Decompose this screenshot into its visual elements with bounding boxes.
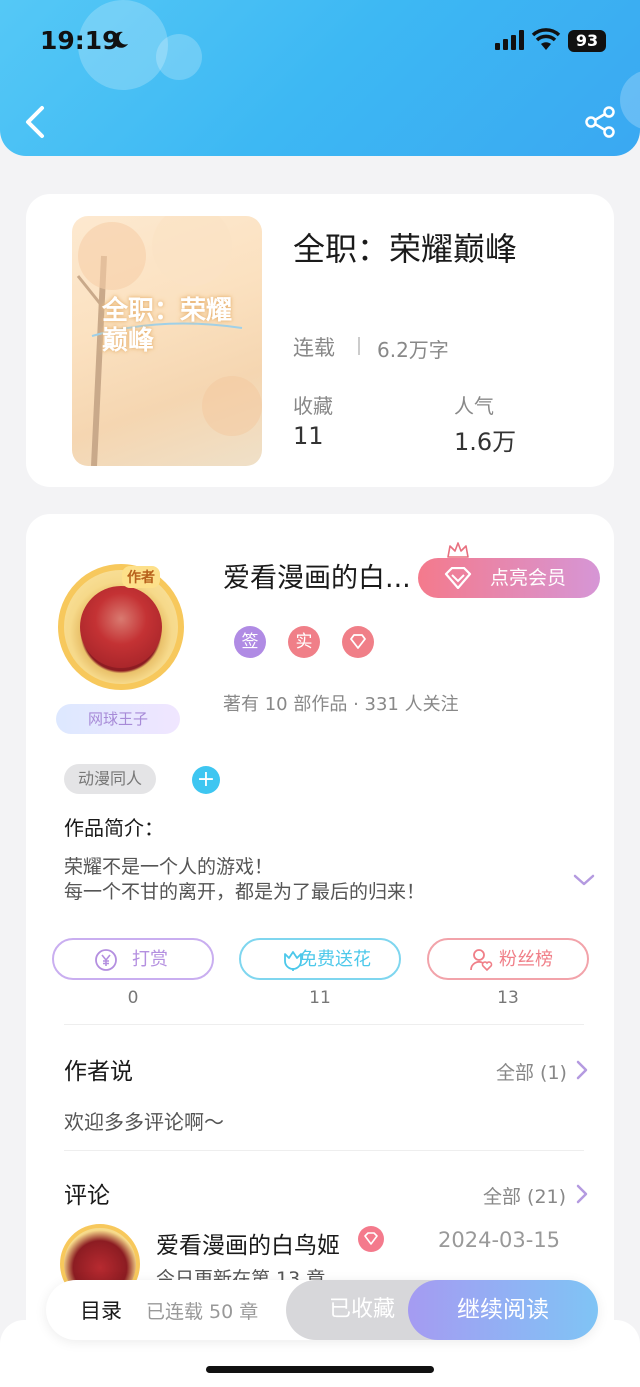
author-badge: 网球王子 bbox=[56, 704, 180, 734]
comment-date: 2024-03-15 bbox=[438, 1228, 561, 1252]
tip-count: 0 bbox=[127, 988, 139, 1008]
vip-button-label: 点亮会员 bbox=[490, 567, 567, 589]
decor-bubble bbox=[156, 34, 202, 80]
detail-card: 作者 网球王子 爱看漫画的白... 点亮会员 签 实 著有 10 部作品 · 3… bbox=[26, 514, 614, 1387]
crown-icon bbox=[447, 542, 469, 558]
signal-icon bbox=[495, 30, 524, 50]
book-status: 连载 bbox=[293, 336, 335, 360]
intro-line: 每一个不甘的离开，都是为了最后的归来！ bbox=[64, 881, 426, 903]
send-flower-label: 免费送花 bbox=[299, 949, 371, 970]
comments-all-link[interactable]: 全部 (21) bbox=[483, 1182, 566, 1209]
signed-badge: 签 bbox=[234, 626, 266, 658]
fan-count: 13 bbox=[497, 988, 519, 1008]
send-flower-button[interactable]: 免费送花 bbox=[239, 938, 401, 980]
header: 19:19 93 bbox=[0, 0, 640, 156]
commenter-name[interactable]: 爱看漫画的白鸟姬 bbox=[156, 1226, 340, 1260]
cover-title-text: 全职：荣耀巅峰 bbox=[102, 296, 233, 356]
add-tag-button[interactable]: + bbox=[192, 766, 220, 794]
word-count: 6.2万字 bbox=[377, 338, 449, 362]
verified-badge: 实 bbox=[288, 626, 320, 658]
intro-title: 作品简介： bbox=[64, 816, 164, 840]
favorites-value: 11 bbox=[293, 422, 324, 450]
author-says-title: 作者说 bbox=[64, 1059, 133, 1085]
chevron-right-icon[interactable] bbox=[576, 1060, 588, 1080]
fan-rank-button[interactable]: 粉丝榜 bbox=[427, 938, 589, 980]
toc-button[interactable]: 目录 bbox=[80, 1295, 122, 1325]
author-role-tag: 作者 bbox=[122, 566, 160, 588]
comments-title: 评论 bbox=[64, 1183, 110, 1209]
share-icon[interactable] bbox=[584, 106, 616, 138]
activate-vip-button[interactable]: 点亮会员 bbox=[418, 558, 600, 598]
tip-label: 打赏 bbox=[132, 949, 168, 970]
author-says-all-link[interactable]: 全部 (1) bbox=[496, 1058, 567, 1085]
home-indicator bbox=[206, 1366, 434, 1373]
vip-badge-icon bbox=[342, 626, 374, 658]
moon-icon bbox=[113, 31, 128, 48]
popularity-value: 1.6万 bbox=[454, 428, 517, 456]
author-avatar[interactable] bbox=[58, 564, 184, 690]
divider bbox=[64, 1150, 584, 1151]
vip-diamond-icon bbox=[358, 1226, 384, 1252]
decor-bubble bbox=[620, 70, 640, 130]
divider bbox=[358, 337, 360, 355]
bottom-action-bar: 目录 已连载 50 章 已收藏 继续阅读 bbox=[46, 1280, 598, 1340]
book-info-card: 全职：荣耀巅峰 全职：荣耀巅峰 连载 6.2万字 收藏 11 人气 1.6万 bbox=[26, 194, 614, 487]
avatar-image bbox=[80, 586, 162, 668]
author-says-text: 欢迎多多评论啊～ bbox=[64, 1110, 224, 1134]
favorites-label: 收藏 bbox=[293, 394, 333, 418]
chapter-count: 已连载 50 章 bbox=[146, 1301, 259, 1323]
diamond-icon bbox=[350, 634, 366, 649]
tip-button[interactable]: 打赏 bbox=[52, 938, 214, 980]
popularity-label: 人气 bbox=[454, 394, 494, 418]
chevron-down-icon[interactable] bbox=[572, 872, 596, 888]
genre-tag[interactable]: 动漫同人 bbox=[64, 764, 157, 794]
user-heart-icon bbox=[470, 949, 493, 972]
flower-count: 11 bbox=[309, 988, 331, 1008]
diamond-icon bbox=[444, 567, 472, 589]
book-cover[interactable]: 全职：荣耀巅峰 bbox=[72, 216, 262, 466]
wifi-icon bbox=[531, 28, 561, 50]
divider bbox=[64, 1024, 584, 1025]
diamond-icon bbox=[364, 1232, 378, 1245]
intro-line: 荣耀不是一个人的游戏！ bbox=[64, 856, 274, 878]
status-time: 19:19 bbox=[40, 26, 120, 55]
continue-reading-button[interactable]: 继续阅读 bbox=[408, 1280, 598, 1340]
yuan-icon bbox=[95, 949, 117, 971]
chevron-right-icon[interactable] bbox=[576, 1184, 588, 1204]
battery-indicator: 93 bbox=[568, 30, 606, 52]
author-name[interactable]: 爱看漫画的白... bbox=[223, 556, 423, 595]
author-meta: 著有 10 部作品 · 331 人关注 bbox=[223, 694, 459, 715]
fan-rank-label: 粉丝榜 bbox=[499, 949, 553, 970]
book-title: 全职：荣耀巅峰 bbox=[293, 230, 518, 268]
back-icon[interactable] bbox=[22, 104, 48, 140]
